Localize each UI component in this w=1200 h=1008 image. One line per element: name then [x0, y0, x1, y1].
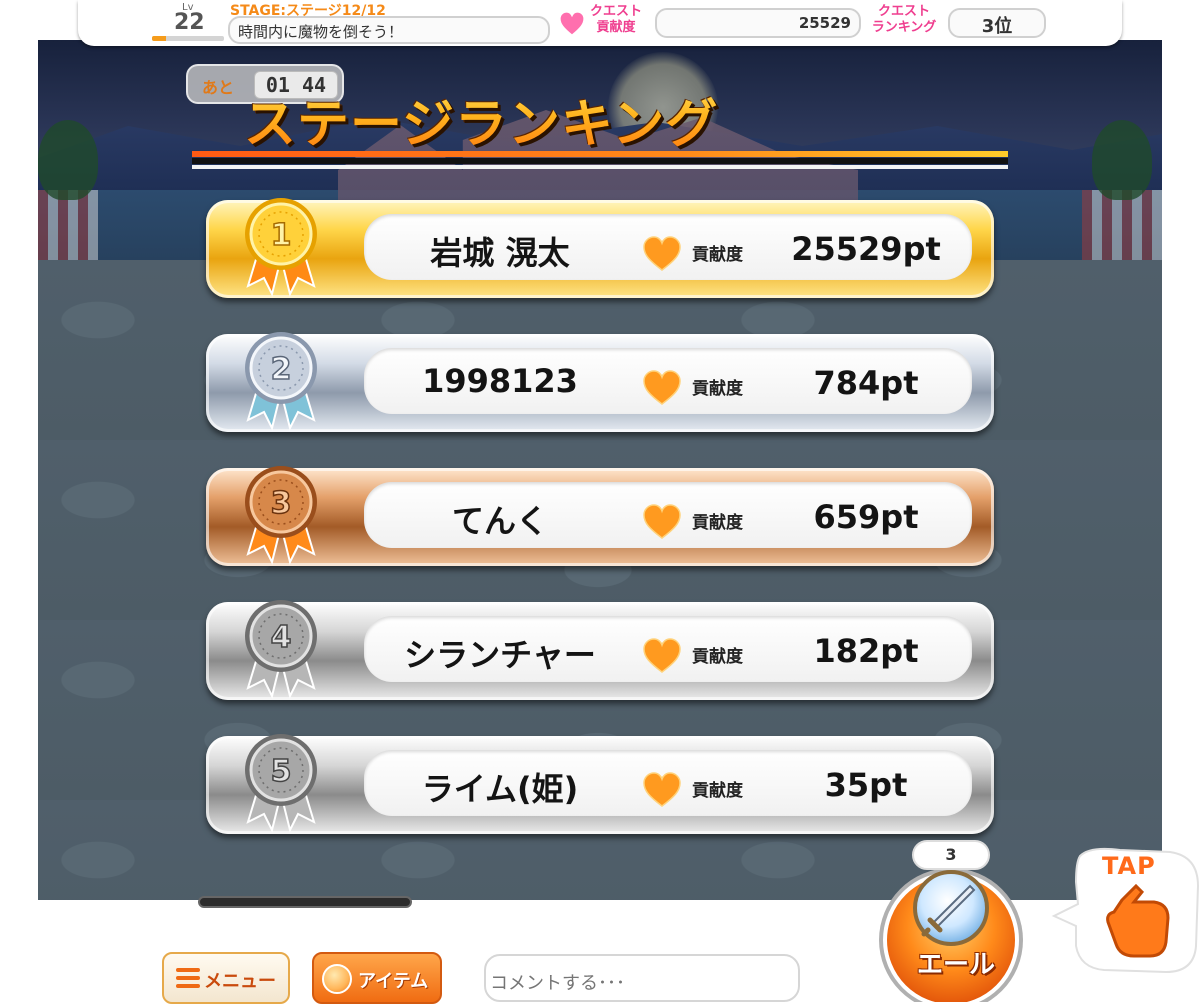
orb-icon: [322, 964, 352, 994]
quest-ranking-value: 3位: [948, 8, 1046, 38]
tree-left: [38, 120, 98, 200]
contribution-points: 659pt: [813, 498, 919, 536]
menu-button[interactable]: メニュー: [162, 952, 290, 1004]
quest-contribution-label-line1: クエスト: [589, 4, 642, 19]
cheer-button[interactable]: [866, 864, 1036, 1002]
medal-icon: 1: [245, 198, 317, 297]
top-status-bar: Lv 22 STAGE:ステージ12/12 時間内に魔物を倒そう！ クエスト 貢…: [78, 0, 1122, 46]
market-awning-right: [1082, 190, 1162, 260]
heart-icon: [558, 10, 586, 37]
medal-icon: 2: [245, 332, 317, 431]
heart-icon: [643, 504, 681, 539]
tap-label: TAP: [1102, 852, 1156, 880]
contribution-points: 784pt: [813, 364, 919, 402]
cheer-count-badge: 3: [912, 840, 990, 870]
market-awning-left: [38, 190, 98, 260]
quest-contribution-value: 25529: [655, 8, 861, 38]
heart-icon: [643, 772, 681, 807]
title-underline-black: [192, 158, 1008, 164]
medal-rank-number: 3: [271, 486, 292, 521]
time-remaining-label: あと: [202, 78, 235, 97]
quest-contribution-label: クエスト 貢献度: [586, 4, 646, 36]
ranking-row-2: 2 1998123 貢献度 784pt: [206, 332, 994, 432]
ranking-row-3: 3 てんく 貢献度 659pt: [206, 466, 994, 566]
player-name: シランチャー: [404, 636, 596, 674]
title-underline-orange: [192, 151, 1008, 157]
contribution-points: 25529pt: [791, 230, 941, 268]
medal-rank-number: 1: [271, 218, 292, 253]
medal-icon: 5: [245, 734, 317, 833]
medal-icon: 3: [245, 466, 317, 565]
ranking-row-5: 5 ライム(姫) 貢献度 35pt: [206, 734, 994, 834]
medal-icon: 4: [245, 600, 317, 699]
player-name: てんく: [451, 502, 548, 540]
hidden-panel-edge: [198, 896, 412, 908]
contribution-label: 貢献度: [692, 513, 743, 533]
menu-label: メニュー: [204, 971, 276, 992]
comment-input[interactable]: [484, 954, 800, 1002]
quest-ranking-label: クエスト ランキング: [864, 4, 944, 36]
medal-rank-number: 4: [271, 620, 292, 655]
title-underline-white: [192, 165, 1008, 169]
contribution-label: 貢献度: [692, 781, 743, 801]
ranking-row-1: 1 岩城 滉太 貢献度 25529pt: [206, 198, 994, 298]
heart-icon: [643, 638, 681, 673]
contribution-points: 182pt: [813, 632, 919, 670]
quest-ranking-label-line2: ランキング: [871, 20, 937, 35]
contribution-label: 貢献度: [692, 245, 743, 265]
contribution-label: 貢献度: [692, 647, 743, 667]
ranking-row-4: 4 シランチャー 貢献度 182pt: [206, 600, 994, 700]
player-name: 岩城 滉太: [430, 234, 570, 272]
quest-contribution-label-line2: 貢献度: [596, 20, 636, 35]
heart-icon: [643, 236, 681, 271]
item-label: アイテム: [358, 971, 429, 992]
player-name: ライム(姫): [421, 770, 579, 808]
heart-icon: [643, 370, 681, 405]
tree-right: [1092, 120, 1152, 200]
contribution-label: 貢献度: [692, 379, 743, 399]
quest-ranking-label-line1: クエスト: [877, 4, 930, 19]
medal-rank-number: 5: [271, 754, 292, 789]
contribution-points: 35pt: [824, 766, 908, 804]
level-progress-bar: [152, 36, 224, 41]
level-value: 22: [174, 10, 205, 35]
item-button[interactable]: アイテム: [312, 952, 442, 1004]
stage-goal-text: 時間内に魔物を倒そう！: [228, 16, 550, 44]
hamburger-icon: [176, 968, 200, 988]
level-progress-fill: [152, 36, 167, 41]
cheer-label: エール: [916, 950, 995, 980]
stage-ranking-title: ステージランキング: [244, 82, 718, 157]
player-name: 1998123: [422, 362, 578, 400]
medal-rank-number: 2: [271, 352, 292, 387]
